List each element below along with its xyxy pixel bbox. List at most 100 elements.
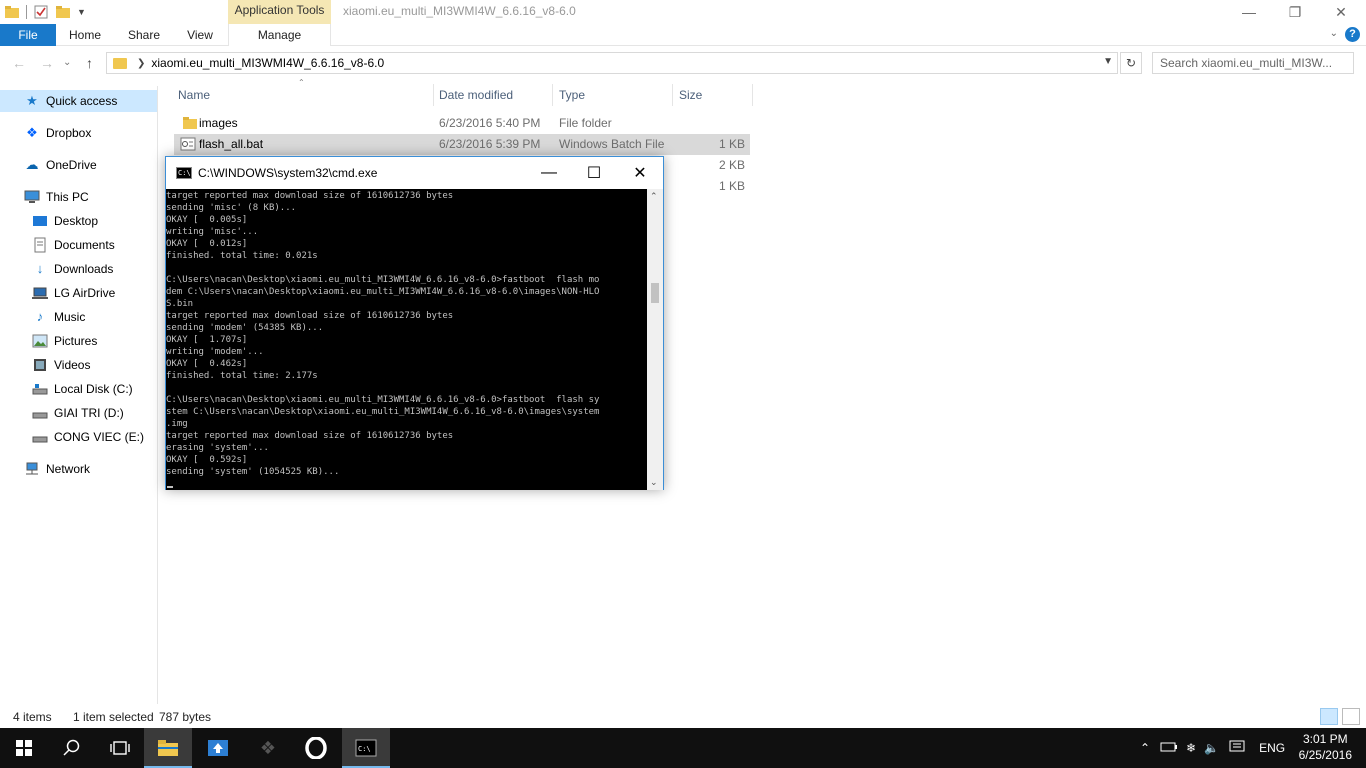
console-line: C:\Users\nacan\Desktop\xiaomi.eu_multi_M… <box>166 275 600 285</box>
nav-item-quick-access[interactable]: ★ Quick access <box>0 90 157 112</box>
nav-item-downloads[interactable]: ↓ Downloads <box>32 258 114 280</box>
refresh-button[interactable]: ↻ <box>1120 52 1142 74</box>
cmd-close-button[interactable]: ✕ <box>617 157 663 189</box>
breadcrumb-chevron-icon[interactable]: ❯ <box>137 58 145 69</box>
close-button[interactable]: ✕ <box>1318 0 1364 24</box>
quick-access-toolbar: ▼ <box>4 4 93 20</box>
file-size: 1 KB <box>718 137 745 151</box>
file-name: images <box>199 116 238 130</box>
action-center-icon[interactable] <box>1229 740 1245 757</box>
nav-item-cong-viec-e[interactable]: CONG VIEC (E:) <box>32 426 144 448</box>
file-name: flash_all.bat <box>199 137 264 151</box>
nav-item-this-pc[interactable]: This PC <box>24 186 89 208</box>
taskbar-opera[interactable] <box>292 728 340 768</box>
column-header-size[interactable]: Size <box>673 84 753 106</box>
customize-toolbar-icon[interactable]: ▼ <box>77 4 93 20</box>
file-date: 6/23/2016 5:40 PM <box>439 116 541 130</box>
cloud-icon: ☁ <box>25 157 39 172</box>
search-button[interactable] <box>48 728 96 768</box>
tab-manage[interactable]: Manage <box>228 24 331 46</box>
volume-icon[interactable]: 🔈 <box>1204 741 1219 755</box>
nav-item-lg-airdrive[interactable]: LG AirDrive <box>32 282 115 304</box>
feather-icon: ❖ <box>259 737 277 758</box>
scroll-up-arrow-icon[interactable]: ⌃ <box>650 191 658 202</box>
cmd-minimize-button[interactable]: — <box>526 157 572 189</box>
svg-text:C:\: C:\ <box>358 745 371 753</box>
taskbar-app[interactable] <box>194 728 242 768</box>
selection-count: 1 item selected <box>73 710 154 724</box>
file-row-images[interactable]: images 6/23/2016 5:40 PM File folder <box>174 113 750 134</box>
console-line: sending 'misc' (8 KB)... <box>166 203 297 213</box>
search-input[interactable]: Search xiaomi.eu_multi_MI3W... <box>1152 52 1354 74</box>
search-icon <box>63 739 80 756</box>
cmd-maximize-button[interactable]: ☐ <box>571 157 617 189</box>
console-line: erasing 'system'... <box>166 443 269 453</box>
console-line: .img <box>166 419 188 429</box>
context-tab-application-tools: Application Tools <box>228 0 331 24</box>
column-header-date[interactable]: Date modified <box>433 84 553 106</box>
up-arrow-icon[interactable]: ↑ <box>86 55 93 71</box>
forward-arrow-icon[interactable]: → <box>40 55 54 71</box>
taskbar-app-pinned[interactable]: ❖ <box>244 728 292 768</box>
console-scrollbar[interactable]: ⌃ ⌄ <box>647 189 663 490</box>
language-indicator[interactable]: ENG <box>1259 741 1285 755</box>
nav-item-documents[interactable]: Documents <box>32 234 115 256</box>
nav-item-videos[interactable]: Videos <box>32 354 90 376</box>
column-header-name[interactable]: Name <box>172 84 434 106</box>
recent-locations-icon[interactable]: ⌄ <box>63 57 71 68</box>
back-arrow-icon[interactable]: ← <box>12 55 26 71</box>
show-hidden-icons-icon[interactable]: ⌃ <box>1140 741 1150 755</box>
nav-item-giai-tri-d[interactable]: GIAI TRI (D:) <box>32 402 124 424</box>
file-explorer-icon <box>158 740 178 756</box>
properties-icon[interactable] <box>33 4 49 20</box>
desktop-icon <box>32 213 48 229</box>
nav-item-network[interactable]: Network <box>24 458 90 480</box>
address-bar[interactable]: ❯ xiaomi.eu_multi_MI3WMI4W_6.6.16_v8-6.0… <box>106 52 1118 74</box>
nav-item-label: CONG VIEC (E:) <box>54 430 145 444</box>
tab-file[interactable]: File <box>0 24 56 46</box>
details-view-button[interactable] <box>1320 708 1338 725</box>
taskbar: ❖ C:\ ⌃ ❄ 🔈 ENG 3:01 PM 6/25/2016 <box>0 728 1366 768</box>
nav-item-label: Dropbox <box>46 126 92 140</box>
restore-button[interactable]: ❐ <box>1272 0 1318 24</box>
tab-home[interactable]: Home <box>62 24 108 46</box>
folder-icon[interactable] <box>4 4 20 20</box>
minimize-button[interactable]: — <box>1226 0 1272 24</box>
nav-item-desktop[interactable]: Desktop <box>32 210 98 232</box>
breadcrumb-path[interactable]: xiaomi.eu_multi_MI3WMI4W_6.6.16_v8-6.0 <box>151 56 384 70</box>
new-folder-icon[interactable] <box>55 4 71 20</box>
help-icon[interactable]: ? <box>1345 27 1360 42</box>
scrollbar-thumb[interactable] <box>651 283 659 303</box>
console-line: sending 'modem' (54385 KB)... <box>166 323 324 333</box>
tab-share[interactable]: Share <box>122 24 166 46</box>
nav-item-pictures[interactable]: Pictures <box>32 330 97 352</box>
column-header-type[interactable]: Type <box>553 84 673 106</box>
console-output[interactable]: target reported max download size of 161… <box>166 189 647 490</box>
cmd-title-bar[interactable]: C:\ C:\WINDOWS\system32\cmd.exe — ☐ ✕ <box>166 157 663 189</box>
console-line: target reported max download size of 161… <box>166 311 454 321</box>
nav-item-local-disk-c[interactable]: Local Disk (C:) <box>32 378 133 400</box>
battery-icon[interactable] <box>1160 741 1178 756</box>
nav-item-music[interactable]: ♪ Music <box>32 306 86 328</box>
console-line: writing 'misc'... <box>166 227 259 237</box>
file-row-flash-all-bat[interactable]: flash_all.bat 6/23/2016 5:39 PM Windows … <box>174 134 750 155</box>
task-view-button[interactable] <box>96 728 144 768</box>
taskbar-file-explorer[interactable] <box>144 728 192 768</box>
clock[interactable]: 3:01 PM 6/25/2016 <box>1299 731 1352 763</box>
cmd-window[interactable]: C:\ C:\WINDOWS\system32\cmd.exe — ☐ ✕ ta… <box>165 156 664 490</box>
nav-item-onedrive[interactable]: ☁ OneDrive <box>24 154 97 176</box>
tab-view[interactable]: View <box>178 24 222 46</box>
start-button[interactable] <box>0 728 48 768</box>
app-icon <box>208 740 228 756</box>
console-line: writing 'modem'... <box>166 347 264 357</box>
nav-item-dropbox[interactable]: ❖ Dropbox <box>24 122 91 144</box>
taskbar-cmd[interactable]: C:\ <box>342 728 390 768</box>
large-icons-view-button[interactable] <box>1342 708 1360 725</box>
scroll-down-arrow-icon[interactable]: ⌄ <box>650 477 658 488</box>
expand-ribbon-icon[interactable]: ⌄ <box>1330 28 1338 39</box>
nav-item-label: Local Disk (C:) <box>54 382 133 396</box>
address-dropdown-icon[interactable]: ▼ <box>1103 56 1113 67</box>
nav-item-label: Videos <box>54 358 91 372</box>
wifi-icon[interactable]: ❄ <box>1186 741 1196 755</box>
